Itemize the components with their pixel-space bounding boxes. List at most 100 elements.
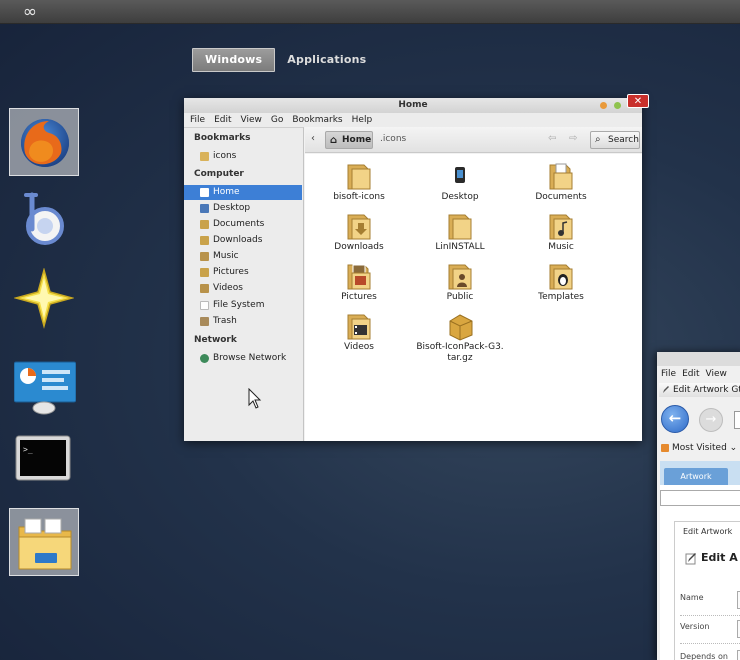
dock-item-terminal[interactable]: >_: [9, 420, 79, 488]
dock-item-files[interactable]: [9, 508, 79, 576]
back-button[interactable]: ←: [661, 405, 689, 433]
sidebar-item-file-system[interactable]: File System: [184, 298, 302, 313]
search-button[interactable]: ⌕ Search: [590, 131, 640, 149]
file-item[interactable]: Templates: [511, 261, 611, 303]
browser-window: File Edit View Edit Artwork Gt ← → Most …: [657, 352, 740, 660]
path-segment-icons[interactable]: .icons: [380, 134, 406, 144]
most-visited-bookmark[interactable]: Most Visited ⌄: [661, 443, 737, 453]
panel-breadcrumb: Edit Artwork: [683, 527, 733, 536]
dock-item-firefox[interactable]: [9, 108, 79, 176]
terminal-icon: >_: [15, 435, 71, 481]
menu-file[interactable]: File: [190, 113, 205, 127]
menu-edit[interactable]: Edit: [214, 113, 231, 127]
file-item[interactable]: bisoft-icons: [309, 161, 409, 203]
edit-artwork-panel: Edit Artwork Edit A Name Version Depends…: [674, 521, 740, 660]
menu-go[interactable]: Go: [271, 113, 283, 127]
folder-pictures-icon: [347, 264, 371, 290]
url-input[interactable]: [734, 411, 740, 429]
file-item[interactable]: Bisoft-IconPack-G3.tar.gz: [410, 311, 510, 364]
path-segment-home[interactable]: ⌂ Home: [325, 131, 373, 149]
sidebar-item-music[interactable]: Music: [184, 249, 302, 264]
infinity-icon[interactable]: ∞: [20, 4, 40, 21]
minimize-button[interactable]: [600, 102, 607, 109]
downloads-icon: [200, 236, 209, 245]
folder-public-icon: [448, 264, 472, 290]
site-nav: Artwork: [660, 461, 740, 485]
dock-item-banshee[interactable]: [9, 185, 79, 253]
chevron-down-icon: ⌄: [729, 443, 738, 453]
svg-text:>_: >_: [23, 445, 33, 454]
search-icon: ⌕: [595, 134, 601, 145]
sidebar-item-pictures[interactable]: Pictures: [184, 265, 302, 280]
folder-downloads-icon: [347, 214, 371, 240]
mouse-pointer-icon: [248, 388, 262, 409]
file-item[interactable]: Public: [410, 261, 510, 303]
close-button[interactable]: ✕: [627, 94, 649, 108]
windows-tab[interactable]: Windows: [192, 48, 276, 72]
folder-videos-icon: [347, 314, 371, 340]
site-search-input[interactable]: [660, 490, 740, 506]
menu-view[interactable]: View: [241, 113, 262, 127]
field-label-depends-on: Depends on: [680, 652, 728, 660]
file-item[interactable]: Videos: [309, 311, 409, 353]
sidebar-item-trash[interactable]: Trash: [184, 314, 302, 329]
sidebar-item-icons[interactable]: icons: [184, 149, 302, 164]
bookmarks-heading: Bookmarks: [194, 133, 251, 143]
videos-icon: [200, 284, 209, 293]
file-system-icon: [200, 301, 209, 310]
browser-titlebar[interactable]: [657, 352, 740, 366]
folder-documents-icon: [549, 163, 573, 190]
sidebar-item-home[interactable]: Home: [184, 185, 302, 200]
panel-title: Edit A: [701, 551, 738, 564]
browser-menu-view[interactable]: View: [706, 366, 727, 382]
sidebar-item-documents[interactable]: Documents: [184, 217, 302, 232]
file-manager-icon: [18, 518, 72, 570]
browser-tab[interactable]: Edit Artwork Gt: [659, 383, 740, 397]
computer-heading: Computer: [194, 169, 244, 179]
sidebar-item-videos[interactable]: Videos: [184, 281, 302, 296]
sidebar-item-downloads[interactable]: Downloads: [184, 233, 302, 248]
file-item[interactable]: Desktop: [410, 161, 510, 203]
file-item[interactable]: Pictures: [309, 261, 409, 303]
network-heading: Network: [194, 335, 237, 345]
rss-icon: [661, 444, 669, 452]
file-item[interactable]: Music: [511, 211, 611, 253]
dock-item-favorites[interactable]: [9, 264, 79, 332]
applications-tab[interactable]: Applications: [275, 48, 378, 72]
music-icon: [200, 252, 209, 261]
sidebar-item-browse-network[interactable]: Browse Network: [184, 351, 302, 366]
menu-help[interactable]: Help: [352, 113, 373, 127]
field-label-name: Name: [680, 593, 704, 602]
location-toolbar: ‹ ⌂ Home .icons ⇦ ⇨ ⌕ Search: [305, 127, 642, 153]
browser-page: Artwork Edit Artwork Edit A Name Version…: [660, 461, 740, 660]
menu-bar: File Edit View Go Bookmarks Help: [184, 113, 642, 127]
file-item[interactable]: LinINSTALL: [410, 211, 510, 253]
trash-icon: [200, 317, 209, 326]
dock-item-system-monitor[interactable]: [9, 340, 79, 415]
firefox-icon: [21, 119, 69, 167]
top-panel: ∞: [0, 0, 740, 24]
path-back-button[interactable]: ‹: [311, 133, 315, 144]
file-view: bisoft-icons Desktop Documents Downloads: [305, 154, 642, 441]
browser-menu-file[interactable]: File: [661, 366, 676, 382]
back-arrow-icon[interactable]: ⇦: [548, 133, 556, 144]
forward-button[interactable]: →: [699, 408, 723, 432]
forward-arrow-icon[interactable]: ⇨: [569, 133, 577, 144]
file-item[interactable]: Documents: [511, 161, 611, 203]
field-label-version: Version: [680, 622, 710, 631]
documents-icon: [200, 220, 209, 229]
desktop-icon: [200, 204, 209, 213]
home-icon: [200, 188, 209, 197]
maximize-button[interactable]: [614, 102, 621, 109]
file-item[interactable]: Downloads: [309, 211, 409, 253]
sidebar-item-desktop[interactable]: Desktop: [184, 201, 302, 216]
folder-icon: [200, 152, 209, 161]
window-titlebar[interactable]: Home ✕: [184, 94, 649, 113]
menu-bookmarks[interactable]: Bookmarks: [292, 113, 342, 127]
browser-menu-edit[interactable]: Edit: [682, 366, 699, 382]
artwork-tab[interactable]: Artwork: [664, 468, 728, 485]
folder-icon: [347, 164, 371, 190]
folder-icon: [448, 214, 472, 240]
system-monitor-icon: [14, 361, 76, 415]
phone-icon: [455, 167, 465, 183]
